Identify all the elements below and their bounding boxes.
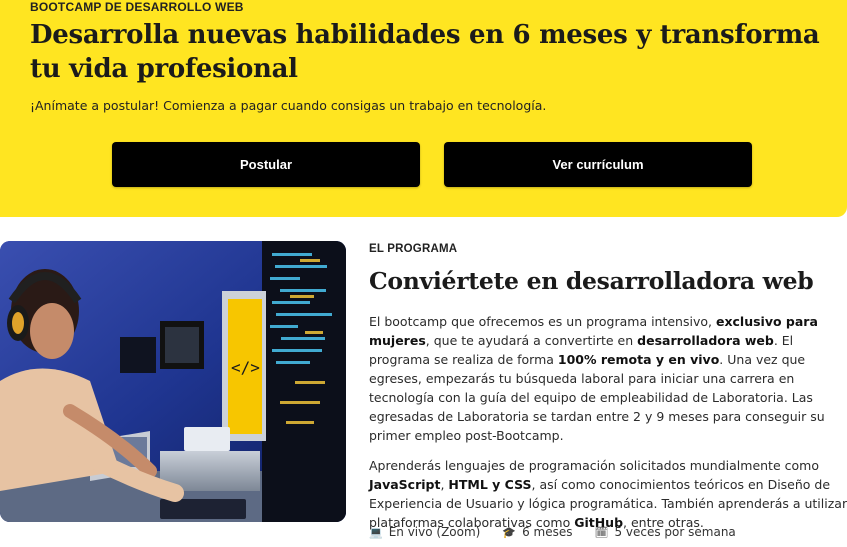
meta-duration-label: 6 meses <box>522 525 573 539</box>
view-curriculum-button[interactable]: Ver currículum <box>444 142 752 187</box>
svg-text:</>: </> <box>231 358 260 377</box>
meta-modality: 💻 En vivo (Zoom) <box>369 525 480 539</box>
program-section: EL PROGRAMA Conviértete en desarrollador… <box>369 240 847 532</box>
hero-title: Desarrolla nuevas habilidades en 6 meses… <box>30 20 820 84</box>
hero-eyebrow: BOOTCAMP DE DESARROLLO WEB <box>30 0 244 14</box>
program-description-paragraph: El bootcamp que ofrecemos es un programa… <box>369 312 847 445</box>
program-eyebrow: EL PROGRAMA <box>369 243 458 255</box>
program-skills-paragraph: Aprenderás lenguajes de programación sol… <box>369 456 847 532</box>
apply-button[interactable]: Postular <box>112 142 420 187</box>
text-segment: Aprenderás lenguajes de programación sol… <box>369 458 819 473</box>
text-segment: , que te ayudará a convertirte en <box>425 333 638 348</box>
bold-text-segment: desarrolladora web <box>637 333 774 348</box>
hero-subtitle: ¡Anímate a postular! Comienza a pagar cu… <box>30 98 547 113</box>
bold-text-segment: HTML y CSS <box>448 477 532 492</box>
text-segment: El bootcamp que ofrecemos es un programa… <box>369 314 716 329</box>
meta-frequency-label: 5 veces por semana <box>614 525 736 539</box>
meta-modality-label: En vivo (Zoom) <box>388 525 481 539</box>
meta-duration: 🎓 6 meses <box>502 525 572 539</box>
hero-banner: BOOTCAMP DE DESARROLLO WEB Desarrolla nu… <box>0 0 847 217</box>
laptop-icon: 💻 <box>369 525 383 539</box>
student-coding-photo: </> <box>0 241 346 522</box>
calendar-icon: 🗓 <box>594 525 609 539</box>
graduation-cap-icon: 🎓 <box>502 525 517 539</box>
bold-text-segment: 100% remota y en vivo <box>557 352 720 367</box>
program-title: Conviértete en desarrolladora web <box>369 267 814 295</box>
program-meta-list: 💻 En vivo (Zoom) 🎓 6 meses 🗓 5 veces por… <box>369 525 758 539</box>
meta-frequency: 🗓 5 veces por semana <box>594 525 735 539</box>
bold-text-segment: JavaScript <box>369 477 441 492</box>
